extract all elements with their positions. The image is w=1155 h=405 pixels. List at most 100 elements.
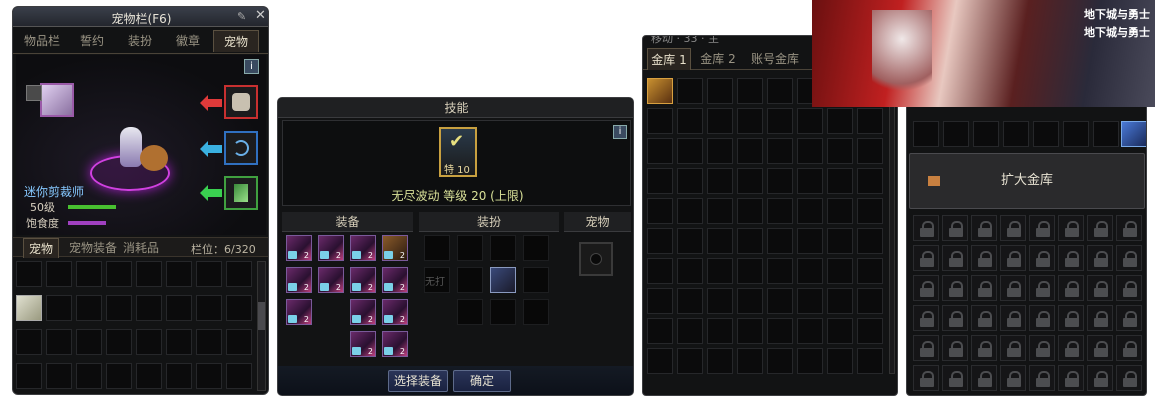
pet-inventory-slot[interactable] (16, 329, 42, 355)
pet-inventory-slot[interactable] (226, 295, 252, 321)
vault-slot[interactable] (707, 258, 733, 284)
pet-inventory-slot-filled[interactable] (16, 295, 42, 321)
expand-vault-button[interactable]: 扩大金库 (909, 153, 1145, 209)
vault-slot[interactable] (737, 258, 763, 284)
pet-inventory-slot[interactable] (76, 295, 102, 321)
avatar-slot[interactable] (424, 235, 450, 261)
vault-slot[interactable] (767, 108, 793, 134)
vault-slot[interactable] (677, 288, 703, 314)
tab-emblem[interactable]: 徽章 (165, 30, 211, 52)
vault-slot[interactable] (677, 258, 703, 284)
tab-avatar[interactable]: 装扮 (117, 30, 163, 52)
equip-item[interactable]: 2 (382, 299, 408, 325)
tab-inventory[interactable]: 物品栏 (17, 30, 67, 52)
pet-inventory-slot[interactable] (106, 329, 132, 355)
tab-pet[interactable]: 宠物 (213, 30, 259, 52)
vault-item[interactable] (647, 78, 673, 104)
vault-slot[interactable] (677, 78, 703, 104)
equip-item[interactable]: 2 (286, 299, 312, 325)
avatar-slot[interactable] (457, 299, 483, 325)
skill-icon[interactable]: ✔ 特 10 (439, 127, 477, 177)
avatar-slot[interactable] (457, 267, 483, 293)
vault-slot[interactable] (827, 108, 853, 134)
vault-slot[interactable] (797, 348, 823, 374)
pet-inventory-slot[interactable] (136, 261, 162, 287)
vault-slot[interactable] (647, 318, 673, 344)
account-vault-item[interactable] (1121, 121, 1146, 147)
vault-slot[interactable] (677, 108, 703, 134)
subtab-pet[interactable]: 宠物 (23, 238, 59, 258)
vault-slot[interactable] (827, 138, 853, 164)
equip-item[interactable]: 2 (350, 235, 376, 261)
vault-slot[interactable] (647, 258, 673, 284)
select-equipment-button[interactable]: 选择装备 (388, 370, 448, 392)
vault-slot[interactable] (797, 198, 823, 224)
vault-slot[interactable] (767, 228, 793, 254)
vault-slot[interactable] (827, 258, 853, 284)
pet-inventory-slot[interactable] (196, 363, 222, 389)
vault-slot[interactable] (737, 228, 763, 254)
account-vault-slot[interactable] (943, 121, 969, 147)
vault-slot[interactable] (797, 228, 823, 254)
vault-slot[interactable] (797, 108, 823, 134)
vault-slot[interactable] (857, 348, 883, 374)
vault-slot[interactable] (767, 198, 793, 224)
vault-slot[interactable] (827, 228, 853, 254)
pet-inventory-slot[interactable] (16, 261, 42, 287)
vault-slot[interactable] (707, 108, 733, 134)
pet-equip-slot-blue[interactable] (224, 131, 258, 165)
vault-scrollbar[interactable] (889, 78, 895, 374)
vault-slot[interactable] (797, 258, 823, 284)
tab-vault-2[interactable]: 金库 2 (695, 48, 741, 70)
vault-slot[interactable] (737, 318, 763, 344)
vault-slot[interactable] (827, 168, 853, 194)
avatar-slot[interactable] (523, 299, 549, 325)
vault-slot[interactable] (737, 198, 763, 224)
vault-slot[interactable] (677, 348, 703, 374)
vault-slot[interactable] (647, 108, 673, 134)
pet-inventory-slot[interactable] (166, 363, 192, 389)
vault-slot[interactable] (857, 168, 883, 194)
vault-slot[interactable] (767, 138, 793, 164)
account-vault-slot[interactable] (1093, 121, 1119, 147)
pet-inventory-slot[interactable] (226, 363, 252, 389)
vault-slot[interactable] (857, 108, 883, 134)
account-vault-slot[interactable] (1063, 121, 1089, 147)
pet-inventory-slot[interactable] (106, 261, 132, 287)
vault-slot[interactable] (737, 348, 763, 374)
vault-slot[interactable] (707, 168, 733, 194)
pet-inventory-slot[interactable] (136, 363, 162, 389)
account-vault-slot[interactable] (913, 121, 939, 147)
pet-inventory-slot[interactable] (136, 295, 162, 321)
pet-inventory-slot[interactable] (46, 363, 72, 389)
account-vault-slot[interactable] (1003, 121, 1029, 147)
vault-slot[interactable] (647, 348, 673, 374)
pet-inventory-slot[interactable] (76, 363, 102, 389)
pet-equip-slot-red[interactable] (224, 85, 258, 119)
vault-slot[interactable] (857, 198, 883, 224)
equip-item[interactable]: 2 (350, 299, 376, 325)
pet-inventory-slot[interactable] (196, 329, 222, 355)
pet-inventory-slot[interactable] (46, 261, 72, 287)
vault-slot[interactable] (827, 198, 853, 224)
pet-inventory-slot[interactable] (196, 261, 222, 287)
avatar-slot[interactable] (457, 235, 483, 261)
vault-slot[interactable] (767, 258, 793, 284)
equip-item[interactable]: 2 (382, 331, 408, 357)
pet-inventory-slot[interactable] (16, 363, 42, 389)
vault-slot[interactable] (677, 228, 703, 254)
equip-item[interactable]: 2 (382, 235, 408, 261)
pet-inventory-slot[interactable] (226, 329, 252, 355)
pet-inventory-slot[interactable] (106, 363, 132, 389)
vault-slot[interactable] (797, 288, 823, 314)
info-button[interactable]: i (613, 125, 627, 139)
account-vault-slot[interactable] (973, 121, 999, 147)
confirm-button[interactable]: 确定 (453, 370, 511, 392)
equip-item[interactable]: 2 (318, 267, 344, 293)
vault-slot[interactable] (737, 138, 763, 164)
vault-slot[interactable] (707, 138, 733, 164)
pet-inventory-slot[interactable] (46, 295, 72, 321)
pet-inventory-slot[interactable] (226, 261, 252, 287)
vault-slot[interactable] (647, 168, 673, 194)
avatar-slot[interactable] (490, 235, 516, 261)
